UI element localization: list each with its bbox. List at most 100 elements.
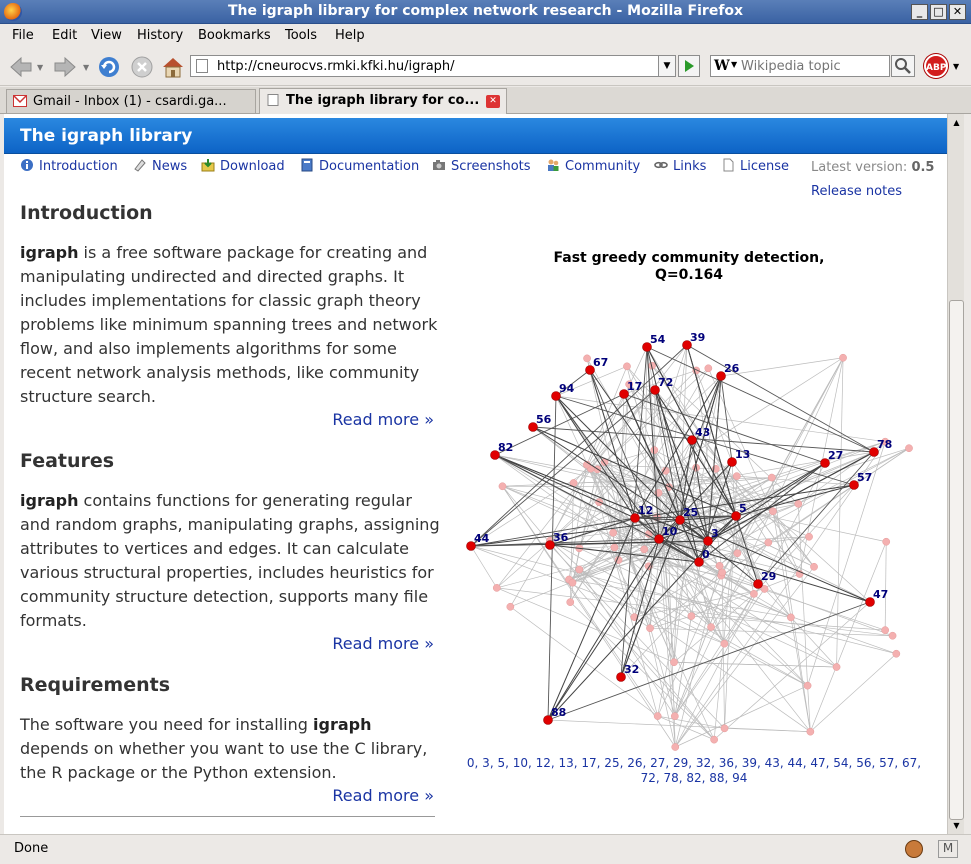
news-icon [134,159,146,172]
latest-version: Latest version: 0.5 [811,160,935,175]
tab-igraph[interactable]: The igraph library for co... ✕ [259,88,507,114]
tab-label: The igraph library for co... [286,93,480,108]
url-history-dropdown[interactable]: ▼ [658,55,676,77]
graph-vertex [498,482,507,491]
home-icon[interactable] [160,54,186,80]
figure-subtitle: Q=0.164 [655,267,723,283]
document-icon [267,94,279,106]
scrollbar-thumb[interactable] [949,300,964,820]
forward-arrow-icon[interactable] [52,54,78,80]
menu-view[interactable]: View [91,28,122,43]
vertex-label: 32 [624,663,639,676]
reload-icon[interactable] [96,54,122,80]
graph-vertex [769,507,777,516]
graph-vertex [767,473,776,482]
search-engine-dropdown-icon[interactable]: ▼ [731,60,737,69]
graph-vertex [888,631,897,640]
vertex-label: 94 [559,382,575,395]
graph-edge [502,485,669,488]
adblock-plus-button[interactable]: ABP [924,54,948,78]
introduction-text: igraph is a free software package for cr… [20,243,438,406]
url-bar[interactable]: http://cneurocvs.rmki.kfki.hu/igraph/ [190,55,660,77]
read-more-requirements[interactable]: Read more » [332,786,434,805]
graph-edge [810,541,887,732]
vertical-scrollbar[interactable]: ▲ ▼ [947,114,964,834]
tab-label: Gmail - Inbox (1) - csardi.ga... [33,94,227,109]
nav-screenshots[interactable]: Screenshots [432,158,531,174]
graph-vertex [568,578,577,587]
menu-bookmarks[interactable]: Bookmarks [198,28,271,43]
graph-vertex [687,612,696,620]
site-banner: The igraph library [4,118,947,154]
site-title: The igraph library [20,126,193,146]
vertex-label: 5 [739,502,747,515]
camera-icon [433,160,445,170]
graph-vertex [720,639,729,648]
heading-features: Features [20,450,115,472]
graph-vertex [750,589,758,598]
graph-vertex [492,584,501,592]
nav-download[interactable]: Download [201,158,285,174]
back-dropdown-icon[interactable]: ▼ [37,63,43,72]
vertex-label: 43 [695,426,710,439]
menu-help[interactable]: Help [335,28,365,43]
nav-news[interactable]: News [133,158,187,174]
back-arrow-icon[interactable] [8,54,34,80]
tab-gmail[interactable]: Gmail - Inbox (1) - csardi.ga... [6,89,256,113]
search-button[interactable] [891,55,915,77]
menu-tools[interactable]: Tools [285,28,317,43]
graph-edge [810,653,897,732]
page-viewport: The igraph library Introduction News Dow… [4,114,947,834]
network-graph: 54 39 67 26 17 72 94 56 43 82 13 27 78 57 12 25 5 10 3 44 36… [466,331,913,751]
stop-icon[interactable] [129,54,155,80]
vertex-label: 39 [690,331,705,344]
nav-links[interactable]: Links [654,158,706,174]
figure-title: Fast greedy community detection, [553,250,825,266]
release-notes-link[interactable]: Release notes [811,184,902,199]
search-box[interactable]: W ▼ [710,55,890,77]
download-icon [201,159,215,172]
scroll-down-icon[interactable]: ▼ [949,818,964,833]
read-more-introduction[interactable]: Read more » [332,410,434,429]
graph-vertex [720,724,729,733]
graph-vertex [583,354,591,363]
vertex-label: 88 [551,706,566,719]
nav-license[interactable]: License [721,158,789,174]
nav-introduction[interactable]: Introduction [20,158,118,174]
nav-documentation[interactable]: Documentation [300,158,419,174]
community-edge [707,462,826,542]
minimize-button[interactable]: _ [911,4,928,20]
url-text[interactable]: http://cneurocvs.rmki.kfki.hu/igraph/ [217,59,455,74]
graph-vertex [832,663,841,671]
read-more-features[interactable]: Read more » [332,634,434,653]
maximize-button[interactable]: □ [930,4,947,20]
resize-grip-icon[interactable]: M [938,840,958,858]
menu-edit[interactable]: Edit [52,28,77,43]
features-text: igraph contains functions for generating… [20,491,440,630]
search-input[interactable] [741,58,886,74]
forward-dropdown-icon[interactable]: ▼ [83,63,89,72]
menu-history[interactable]: History [137,28,183,43]
scroll-up-icon[interactable]: ▲ [949,115,964,130]
vertex-label: 82 [498,441,513,454]
graph-edge [836,357,844,667]
vertex-label: 27 [828,449,843,462]
adblock-dropdown-icon[interactable]: ▼ [953,62,959,71]
graph-edge [708,368,800,575]
go-button[interactable] [678,55,700,77]
vertex-label: 72 [658,376,673,389]
graph-vertex [640,545,649,554]
close-window-button[interactable]: ✕ [949,4,966,20]
graph-edge [721,572,725,729]
nav-community[interactable]: Community [546,158,640,174]
graph-edge [657,715,715,740]
close-tab-icon[interactable]: ✕ [486,95,500,108]
vertex-label: 44 [474,532,490,545]
menu-file[interactable]: File [12,28,34,43]
wikipedia-icon[interactable]: W [714,58,730,74]
heading-introduction: Introduction [20,202,153,224]
greasemonkey-icon[interactable] [905,840,923,858]
graph-vertex [670,658,678,667]
graph-vertex [805,532,813,541]
community-member-list[interactable]: 0, 3, 5, 10, 12, 13, 17, 25, 26, 27, 29,… [459,756,929,786]
